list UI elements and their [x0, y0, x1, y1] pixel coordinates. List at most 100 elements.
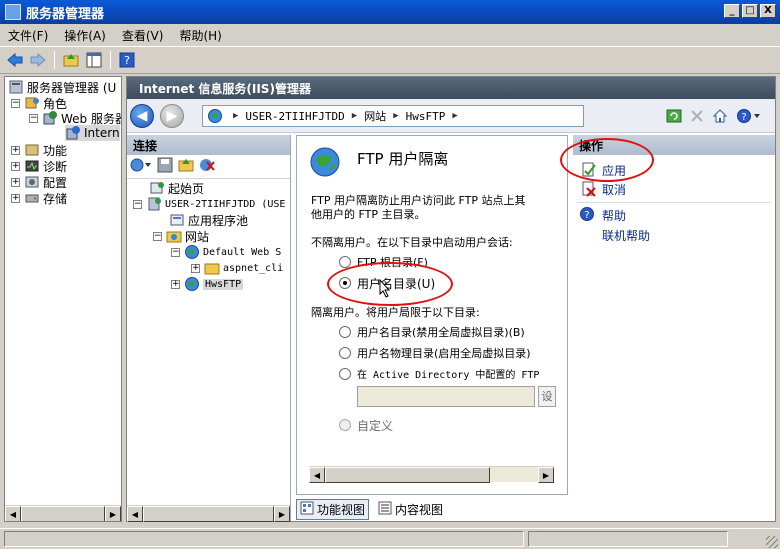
breadcrumb-sites[interactable]: 网站 [364, 108, 386, 124]
custom-label: 自定义 [357, 419, 394, 433]
main-toolbar: ? [0, 46, 780, 74]
save-icon[interactable] [157, 157, 173, 176]
breadcrumb-separator-icon: ▶ [452, 111, 458, 121]
breadcrumb-server[interactable]: USER-2TIIHFJTDD [245, 110, 344, 123]
breadcrumb-separator-icon: ▶ [233, 111, 239, 121]
maximize-button[interactable]: □ [742, 4, 758, 18]
tree-item-storage[interactable]: + 存储 [11, 190, 67, 206]
cancel-link[interactable]: 取消 [602, 181, 626, 198]
apply-icon [581, 162, 597, 181]
user-physical-dir-label: 用户名物理目录(启用全局虚拟目录) [357, 347, 531, 360]
globe-large-icon [309, 146, 341, 181]
scroll-track[interactable] [490, 467, 538, 482]
status-cell [528, 531, 728, 547]
tree-item-server-manager[interactable]: 服务器管理器 (U [8, 79, 116, 95]
folder-icon [204, 260, 220, 276]
menu-action[interactable]: 操作(A) [64, 27, 106, 44]
scroll-thumb[interactable] [143, 506, 274, 522]
forward-arrow-icon[interactable]: ▶ [160, 104, 184, 128]
expand-toggle[interactable]: + [11, 177, 20, 187]
user-dir-no-global-radio[interactable] [339, 326, 351, 338]
scroll-left-arrow-icon[interactable]: ◀ [309, 467, 325, 483]
tree-item-app-pools[interactable]: 应用程序池 [169, 212, 248, 228]
collapse-toggle[interactable]: − [133, 199, 142, 209]
scroll-left-arrow-icon[interactable]: ◀ [127, 506, 143, 522]
help-dropdown-icon[interactable]: ? [735, 107, 763, 125]
stop-icon[interactable] [688, 107, 706, 125]
scroll-right-arrow-icon[interactable]: ▶ [274, 506, 290, 522]
ftp-root-radio[interactable] [339, 256, 351, 268]
menu-view[interactable]: 查看(V) [122, 27, 164, 44]
server-manager-icon [5, 4, 21, 20]
expand-toggle[interactable]: + [11, 161, 20, 171]
ftp-user-isolation-pane: FTP 用户隔离 FTP 用户隔离防止用户访问此 FTP 站点上其 他用户的 F… [296, 135, 568, 495]
tree-item-iis[interactable]: Intern [65, 125, 120, 141]
sites-folder-icon [166, 228, 182, 244]
help-icon[interactable]: ? [118, 51, 136, 69]
menu-file[interactable]: 文件(F) [8, 27, 48, 44]
active-directory-radio[interactable] [339, 368, 351, 380]
feature-view-tab[interactable]: 功能视图 [296, 498, 370, 520]
expand-toggle[interactable]: + [11, 145, 20, 155]
help-link[interactable]: 帮助 [602, 207, 626, 224]
globe-connect-icon[interactable] [130, 157, 152, 176]
tree-item-web-server[interactable]: − Web 服务器 [29, 110, 121, 126]
ad-set-button[interactable]: 设 [538, 386, 556, 407]
tree-item-label: 诊断 [43, 159, 68, 174]
content-hscrollbar[interactable]: ◀ ▶ [309, 466, 554, 483]
expand-toggle[interactable]: + [171, 279, 180, 289]
back-arrow-icon[interactable] [6, 51, 24, 69]
collapse-toggle[interactable]: − [11, 98, 20, 108]
connections-tree: 起始页 − USER-2TIIHFJTDD (USE 应用程序池 − 网站 − … [127, 179, 290, 505]
status-bar [0, 528, 780, 549]
tree-item-diagnostics[interactable]: + 诊断 [11, 158, 67, 174]
tree-item-aspnet-client[interactable]: + aspnet_cli [191, 260, 283, 276]
close-button[interactable]: X [760, 4, 776, 18]
address-bar[interactable]: ▶ USER-2TIIHFJTDD ▶ 网站 ▶ HwsFTP ▶ [202, 105, 584, 127]
connections-header: 连接 [127, 135, 290, 155]
left-tree-hscrollbar[interactable]: ◀ ▶ [5, 505, 121, 521]
connections-toolbar [127, 155, 290, 179]
show-hide-pane-icon[interactable] [85, 51, 103, 69]
tree-item-start-page[interactable]: 起始页 [149, 180, 204, 196]
tree-item-features[interactable]: + 功能 [11, 142, 67, 158]
connections-hscrollbar[interactable]: ◀ ▶ [127, 505, 290, 522]
tree-item-hwsftp[interactable]: + HwsFTP [171, 276, 244, 292]
scroll-thumb[interactable] [325, 467, 490, 483]
user-dir-radio[interactable] [339, 277, 351, 289]
user-physical-dir-radio[interactable] [339, 347, 351, 359]
disconnect-icon[interactable] [199, 157, 215, 176]
home-icon[interactable] [711, 107, 729, 125]
collapse-toggle[interactable]: − [29, 113, 38, 123]
breadcrumb-site[interactable]: HwsFTP [406, 110, 446, 123]
expand-toggle[interactable]: + [11, 193, 20, 203]
refresh-icon[interactable] [665, 107, 683, 125]
custom-radio[interactable] [339, 419, 351, 431]
apply-link[interactable]: 应用 [602, 162, 626, 179]
collapse-toggle[interactable]: − [171, 247, 180, 257]
scroll-thumb[interactable] [21, 506, 105, 521]
tree-item-server[interactable]: − USER-2TIIHFJTDD (USE [133, 196, 285, 212]
up-folder-icon[interactable] [62, 51, 80, 69]
expand-toggle[interactable]: + [191, 263, 200, 273]
tree-item-sites[interactable]: − 网站 [153, 228, 209, 244]
content-view-tab[interactable]: 内容视图 [375, 500, 446, 519]
forward-arrow-icon[interactable] [29, 51, 47, 69]
storage-icon [24, 190, 40, 206]
active-directory-label: 在 Active Directory 中配置的 FTP [357, 370, 540, 381]
back-arrow-icon[interactable]: ◀ [130, 104, 154, 128]
tree-item-roles[interactable]: − 角色 [11, 95, 67, 111]
scroll-right-arrow-icon[interactable]: ▶ [538, 467, 554, 483]
resize-grip-icon[interactable] [766, 536, 778, 548]
online-help-link[interactable]: 联机帮助 [602, 227, 650, 244]
tree-item-label: USER-2TIIHFJTDD (USE [165, 198, 286, 210]
menu-help[interactable]: 帮助(H) [179, 27, 221, 44]
scroll-right-arrow-icon[interactable]: ▶ [105, 506, 121, 521]
collapse-toggle[interactable]: − [153, 231, 162, 241]
tree-item-configuration[interactable]: + 配置 [11, 174, 67, 190]
scroll-left-arrow-icon[interactable]: ◀ [5, 506, 21, 521]
up-folder-icon[interactable] [178, 157, 194, 176]
tree-item-default-web-site[interactable]: − Default Web S [171, 244, 281, 260]
cancel-icon [581, 181, 597, 200]
minimize-button[interactable]: _ [724, 4, 740, 18]
